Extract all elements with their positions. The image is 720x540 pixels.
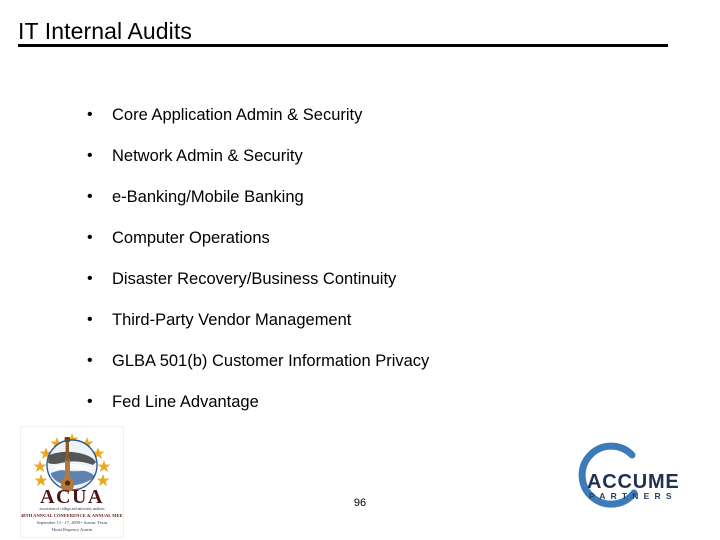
acua-tagline-dates: September 13 - 17, 2009 • Austin, Texas <box>36 520 108 525</box>
bullet-marker-icon: • <box>87 270 93 287</box>
title-block: IT Internal Audits <box>18 18 670 52</box>
bullet-label: e-Banking/Mobile Banking <box>112 188 304 206</box>
bullet-marker-icon: • <box>87 393 93 410</box>
slide-canvas: IT Internal Audits • Core Application Ad… <box>0 0 720 540</box>
bullet-marker-icon: • <box>87 311 93 328</box>
accume-wordmark: ACCUME <box>587 471 680 493</box>
bullet-label: Third-Party Vendor Management <box>112 311 352 329</box>
list-item: • Disaster Recovery/Business Continuity <box>86 268 686 309</box>
bullet-label: Network Admin & Security <box>112 147 303 165</box>
accume-partners-logo: ACCUME PARTNERS <box>572 438 692 512</box>
page-number: 96 <box>353 497 367 509</box>
list-item: • Fed Line Advantage <box>86 391 686 432</box>
list-item: • GLBA 501(b) Customer Information Priva… <box>86 350 686 391</box>
bullet-marker-icon: • <box>87 352 93 369</box>
acua-tagline-venue: Hyatt Regency Austin <box>51 527 93 532</box>
list-item: • Computer Operations <box>86 227 686 268</box>
bullet-marker-icon: • <box>87 106 93 123</box>
acua-tagline-association: association of college and university au… <box>39 507 105 511</box>
page-title: IT Internal Audits <box>18 18 192 44</box>
bullet-label: Disaster Recovery/Business Continuity <box>112 270 397 288</box>
bullet-label: Fed Line Advantage <box>112 393 259 411</box>
bullet-marker-icon: • <box>87 188 93 205</box>
list-item: • e-Banking/Mobile Banking <box>86 186 686 227</box>
bullet-list: • Core Application Admin & Security • Ne… <box>86 104 686 432</box>
acua-logo: ACUA association of college and universi… <box>20 426 124 538</box>
bullet-label: Core Application Admin & Security <box>112 106 363 124</box>
acua-tagline-conference: 48TH ANNUAL CONFERENCE & ANNUAL MEETING <box>21 513 123 518</box>
bullet-label: GLBA 501(b) Customer Information Privacy <box>112 352 430 370</box>
list-item: • Network Admin & Security <box>86 145 686 186</box>
list-item: • Third-Party Vendor Management <box>86 309 686 350</box>
accume-subtitle: PARTNERS <box>589 491 677 501</box>
list-item: • Core Application Admin & Security <box>86 104 686 145</box>
bullet-label: Computer Operations <box>112 229 270 247</box>
acua-wordmark: ACUA <box>40 486 104 508</box>
title-underline-rule <box>18 44 668 47</box>
bullet-marker-icon: • <box>87 147 93 164</box>
bullet-marker-icon: • <box>87 229 93 246</box>
